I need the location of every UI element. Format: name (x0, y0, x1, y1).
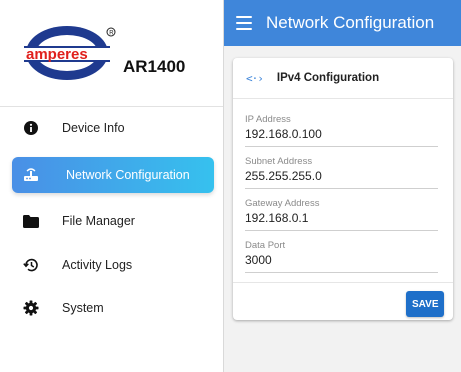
gear-icon (22, 299, 40, 317)
save-button[interactable]: SAVE (406, 291, 444, 317)
field-label: Data Port (245, 240, 286, 251)
folder-icon (22, 212, 40, 230)
card-divider (233, 282, 453, 283)
field-label: Subnet Address (245, 156, 313, 167)
sidebar-item-activity-logs[interactable]: Activity Logs (12, 247, 214, 283)
info-icon (22, 119, 40, 137)
svg-text:R: R (109, 30, 114, 36)
ip-address-input[interactable] (245, 127, 438, 147)
code-icon: <·› (246, 71, 264, 85)
amperes-logo: amperes R (24, 26, 116, 80)
data-port-field: Data Port (245, 240, 438, 273)
subnet-address-field: Subnet Address (245, 156, 438, 189)
card-title: IPv4 Configuration (276, 72, 380, 84)
hamburger-menu-icon[interactable] (236, 16, 252, 30)
device-model: AR1400 (123, 57, 186, 76)
sidebar-item-label: System (62, 301, 104, 315)
app-header: Network Configuration (224, 0, 461, 46)
sidebar: amperes R AR1400 Device Info Network Con… (0, 0, 224, 372)
card-header: <·› IPv4 Configuration (233, 58, 453, 99)
data-port-input[interactable] (245, 253, 438, 273)
sidebar-item-device-info[interactable]: Device Info (12, 110, 214, 146)
sidebar-item-system[interactable]: System (12, 290, 214, 326)
sidebar-item-label: File Manager (62, 214, 135, 228)
gateway-address-input[interactable] (245, 211, 438, 231)
sidebar-item-label: Network Configuration (66, 168, 190, 182)
gateway-address-field: Gateway Address (245, 198, 438, 231)
sidebar-item-network-configuration[interactable]: Network Configuration (12, 157, 214, 193)
sidebar-item-label: Device Info (62, 121, 125, 135)
logo-text: amperes (26, 46, 88, 63)
page-title: Network Configuration (266, 13, 435, 32)
brand-area: amperes R AR1400 (0, 0, 223, 107)
field-label: Gateway Address (245, 198, 320, 209)
history-icon (22, 256, 40, 274)
subnet-address-input[interactable] (245, 169, 438, 189)
field-label: IP Address (245, 114, 291, 125)
ip-address-field: IP Address (245, 114, 438, 147)
sidebar-item-label: Activity Logs (62, 258, 133, 272)
network-icon (22, 166, 40, 184)
sidebar-item-file-manager[interactable]: File Manager (12, 203, 214, 239)
ipv4-config-card: <·› IPv4 Configuration IP Address Subnet… (233, 58, 453, 320)
